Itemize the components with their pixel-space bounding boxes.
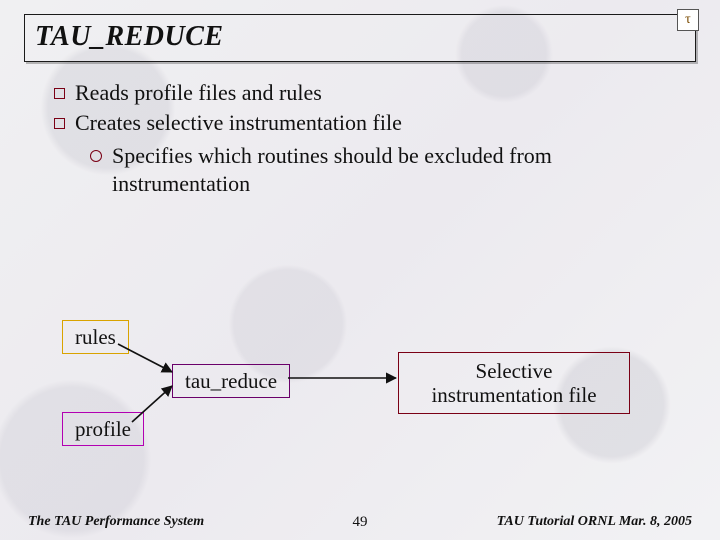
diagram-box-reduce: tau_reduce <box>172 364 290 398</box>
bullet-item: Reads profile files and rules <box>54 80 680 106</box>
bullet-text: Reads profile files and rules <box>75 80 322 106</box>
title-bar: TAU_REDUCE τ <box>24 14 696 62</box>
slide: TAU_REDUCE τ Reads profile files and rul… <box>0 0 720 540</box>
bullet-item: Creates selective instrumentation file <box>54 110 680 136</box>
footer: The TAU Performance System 49 TAU Tutori… <box>0 514 720 530</box>
diagram: rules profile tau_reduce Selective instr… <box>0 320 720 480</box>
tau-logo-icon: τ <box>677 9 699 31</box>
diagram-box-profile: profile <box>62 412 144 446</box>
sub-bullet-text: Specifies which routines should be exclu… <box>112 142 680 197</box>
square-bullet-icon <box>54 88 65 99</box>
footer-left: The TAU Performance System <box>28 514 204 530</box>
square-bullet-icon <box>54 118 65 129</box>
page-number: 49 <box>353 514 368 531</box>
diagram-box-rules: rules <box>62 320 129 354</box>
bullet-text: Creates selective instrumentation file <box>75 110 402 136</box>
content-area: Reads profile files and rules Creates se… <box>0 62 720 197</box>
slide-title: TAU_REDUCE <box>35 21 685 53</box>
diagram-box-selfile: Selective instrumentation file <box>398 352 630 414</box>
footer-right: TAU Tutorial ORNL Mar. 8, 2005 <box>497 514 692 530</box>
circle-bullet-icon <box>90 150 102 162</box>
sub-bullet-item: Specifies which routines should be exclu… <box>90 142 680 197</box>
